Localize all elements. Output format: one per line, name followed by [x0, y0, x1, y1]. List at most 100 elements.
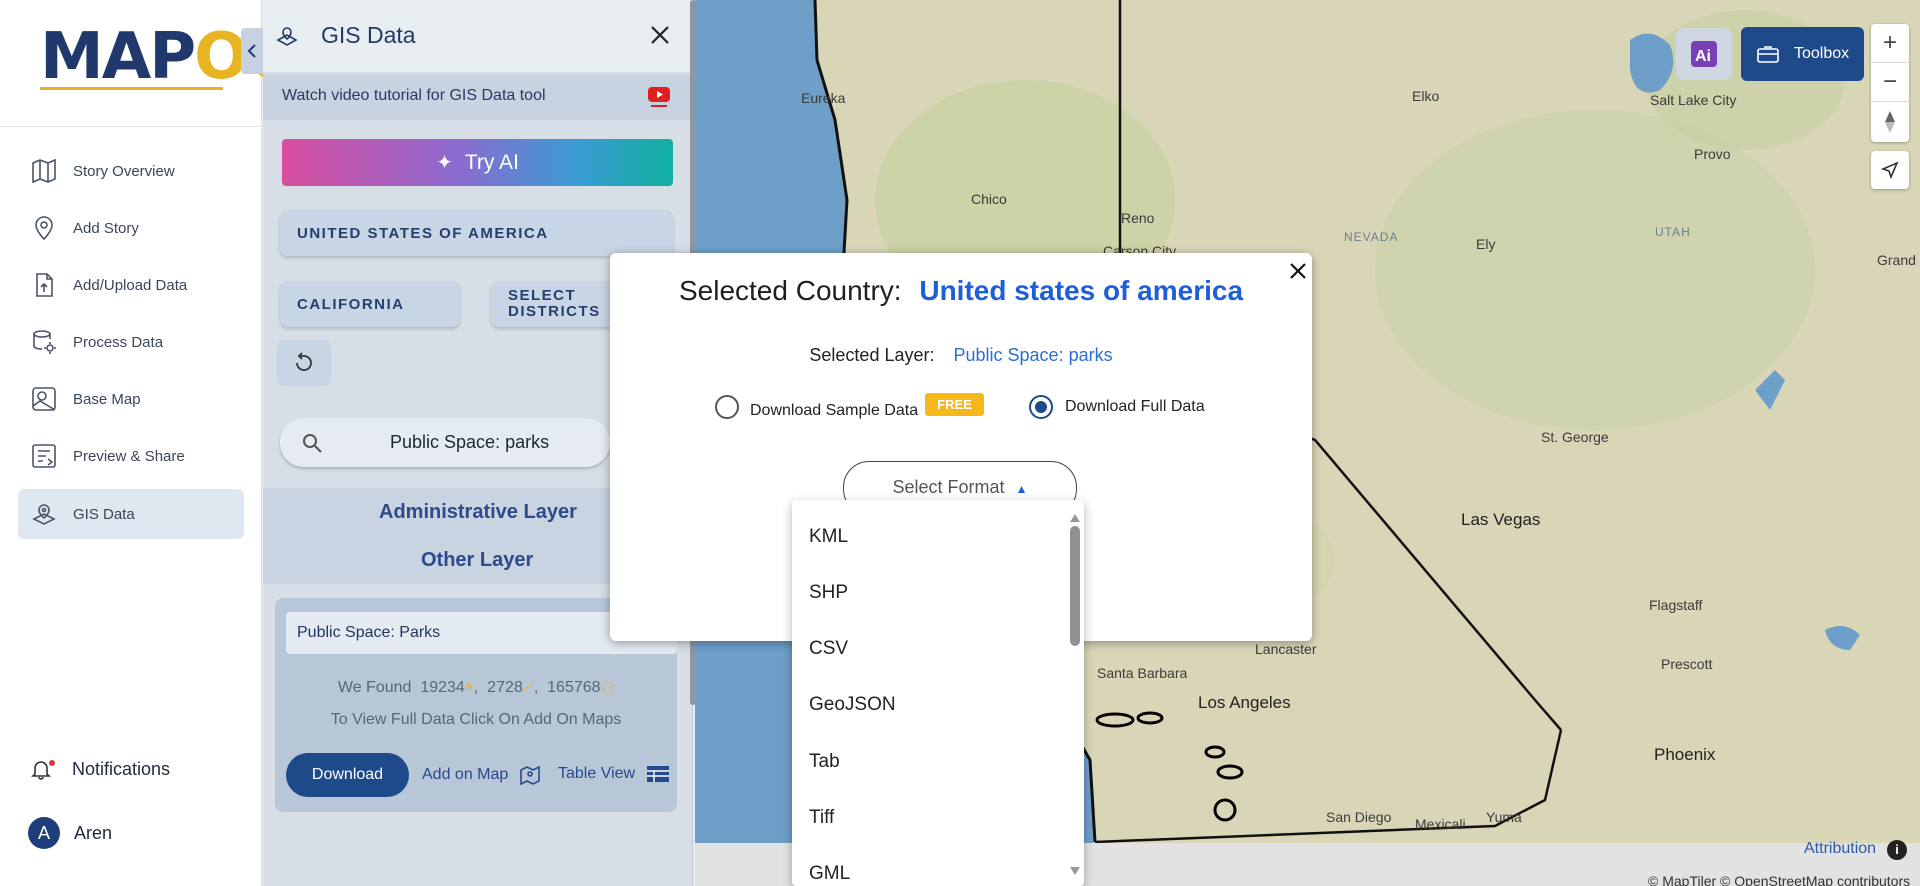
gis-data-icon: [32, 504, 56, 525]
format-option-csv[interactable]: CSV: [809, 638, 848, 660]
scrollbar-thumb[interactable]: [1070, 526, 1080, 646]
table-view-label: Table View: [558, 765, 636, 783]
sparkle-icon: ✦: [436, 152, 453, 174]
city-label: Reno: [1121, 210, 1155, 226]
city-label: Los Angeles: [1198, 693, 1291, 712]
found-counts: We Found 19234⌖, 2728⟋, 165768⬠: [337, 679, 615, 696]
administrative-layer-link[interactable]: Administrative Layer: [379, 501, 577, 524]
city-label: Yuma: [1486, 809, 1522, 825]
nav-item-label: Story Overview: [73, 162, 175, 180]
table-icon: [646, 766, 669, 782]
navigation-arrow-icon: [1881, 161, 1899, 179]
toolbox-icon: [1757, 46, 1779, 63]
table-view-button[interactable]: Table View: [558, 765, 670, 783]
city-label: Grand: [1877, 252, 1916, 268]
state-select-button[interactable]: CALIFORNIA: [280, 281, 460, 327]
districts-label-line2: DISTRICTS: [508, 303, 601, 320]
selected-layer: Selected Layer: Public Space: parks: [610, 345, 1312, 366]
user-profile[interactable]: A Aren: [28, 817, 112, 849]
collapse-panel-button[interactable]: [241, 28, 263, 74]
nav-item-process-data[interactable]: Process Data: [18, 317, 244, 367]
zoom-out-button[interactable]: −: [1871, 63, 1909, 102]
polygon-icon: ⬠: [600, 679, 615, 696]
layer-search-input[interactable]: Public Space: parks: [280, 418, 610, 467]
full-data-label[interactable]: Download Full Data: [1065, 398, 1205, 416]
format-option-kml[interactable]: KML: [809, 526, 848, 548]
try-ai-label: Try AI: [464, 150, 519, 174]
format-option-gml[interactable]: GML: [809, 863, 850, 885]
format-option-geojson[interactable]: GeoJSON: [809, 694, 896, 716]
city-label: Lancaster: [1255, 641, 1317, 657]
city-label: Santa Barbara: [1097, 665, 1188, 681]
mapog-logo[interactable]: MAPOG: [40, 24, 299, 90]
notifications-label: Notifications: [72, 758, 171, 779]
line-count: 2728: [487, 679, 523, 696]
youtube-icon: [648, 87, 670, 107]
nav-item-label: Add Story: [73, 219, 139, 237]
format-options-list: KML SHP CSV GeoJSON Tab Tiff GML: [792, 500, 1084, 886]
locate-button[interactable]: [1871, 151, 1909, 189]
notification-dot: [49, 760, 55, 766]
state-label: UTAH: [1655, 225, 1691, 239]
other-layer-link[interactable]: Other Layer: [421, 549, 533, 572]
info-text: To View Full Data Click On Add On Maps: [330, 711, 622, 728]
sample-data-label[interactable]: Download Sample Data: [750, 402, 918, 420]
point-count: 19234: [420, 679, 465, 696]
ai-icon: Ai: [1691, 41, 1717, 67]
svg-text:Ai: Ai: [1695, 48, 1711, 65]
left-nav: MAPOG Story Overview Add Story Add/Uploa…: [0, 0, 299, 886]
format-option-tiff[interactable]: Tiff: [809, 807, 834, 829]
city-label: Provo: [1694, 146, 1731, 162]
districts-label-line1: SELECT: [508, 287, 577, 304]
city-label: St. George: [1541, 429, 1609, 445]
close-icon[interactable]: [647, 22, 673, 48]
reset-button[interactable]: [277, 340, 331, 386]
file-upload-icon: [36, 273, 53, 297]
location-pin-icon: [35, 216, 53, 241]
full-data-radio[interactable]: [1029, 395, 1053, 419]
format-option-tab[interactable]: Tab: [809, 751, 840, 773]
nav-item-label: Add/Upload Data: [73, 276, 188, 294]
info-icon[interactable]: i: [1887, 840, 1907, 860]
search-icon: [303, 434, 322, 453]
gis-data-icon: [276, 27, 298, 46]
city-label: Salt Lake City: [1650, 92, 1737, 108]
city-label: Chico: [971, 191, 1007, 207]
try-ai-button[interactable]: ✦ Try AI: [282, 139, 673, 186]
base-map-icon: [32, 387, 56, 411]
notifications[interactable]: Notifications: [30, 758, 170, 780]
nav-item-base-map[interactable]: Base Map: [18, 374, 244, 424]
add-on-map-button[interactable]: Add on Map: [422, 765, 541, 786]
refresh-icon: [296, 352, 312, 371]
country-label: Selected Country:: [678, 275, 902, 306]
country-select-button[interactable]: UNITED STATES OF AMERICA: [280, 210, 673, 256]
toolbox-button[interactable]: Toolbox: [1741, 27, 1864, 81]
avatar: A: [28, 817, 60, 849]
compass-button[interactable]: [1871, 102, 1909, 141]
ai-assistant-button[interactable]: Ai: [1676, 28, 1732, 80]
found-prefix: We Found: [337, 679, 412, 696]
attribution-link[interactable]: Attribution: [1804, 840, 1876, 858]
search-value: Public Space: parks: [390, 432, 550, 452]
state-label: CALIFORNIA: [297, 295, 405, 313]
download-label: Download: [311, 766, 384, 783]
city-label: Las Vegas: [1461, 510, 1541, 529]
line-icon: ⟋: [522, 679, 534, 696]
nav-item-add-upload-data[interactable]: Add/Upload Data: [18, 260, 244, 310]
add-on-map-label: Add on Map: [422, 766, 509, 784]
nav-item-gis-data[interactable]: GIS Data: [18, 489, 244, 539]
sample-data-radio[interactable]: [715, 395, 739, 419]
download-button[interactable]: Download: [286, 753, 409, 797]
layer-value: Public Space: parks: [953, 345, 1113, 365]
zoom-in-button[interactable]: +: [1871, 24, 1909, 63]
map-copyright: © MapTiler © OpenStreetMap contributors: [1648, 873, 1911, 886]
nav-item-label: GIS Data: [73, 505, 135, 523]
zoom-controls: + −: [1871, 24, 1909, 142]
format-placeholder: Select Format: [892, 477, 1005, 497]
video-tutorial-link[interactable]: Watch video tutorial for GIS Data tool: [263, 74, 693, 120]
panel-header: GIS Data: [263, 0, 693, 72]
nav-item-add-story[interactable]: Add Story: [18, 203, 244, 253]
format-option-shp[interactable]: SHP: [809, 582, 848, 604]
nav-item-preview-share[interactable]: Preview & Share: [18, 431, 244, 481]
nav-item-story-overview[interactable]: Story Overview: [18, 146, 244, 196]
